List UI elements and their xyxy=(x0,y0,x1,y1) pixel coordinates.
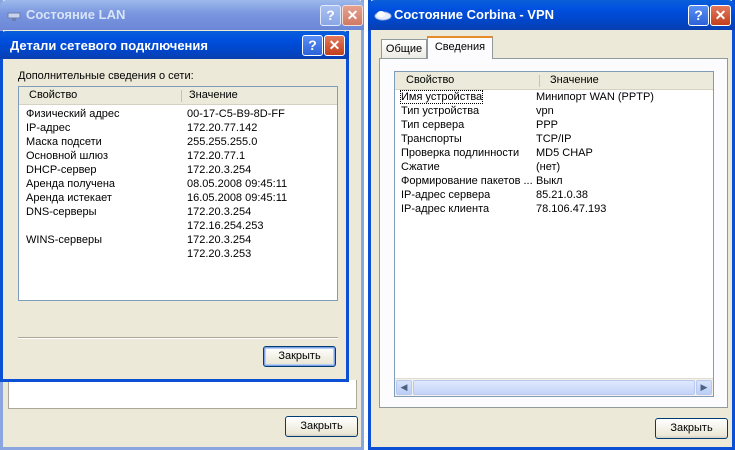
property-value: TCP/IP xyxy=(536,133,572,145)
property-name: Маска подсети xyxy=(26,136,102,148)
property-value: 00-17-C5-B9-8D-FF xyxy=(187,108,285,120)
list-item[interactable]: Маска подсети 255.255.255.0 xyxy=(19,136,337,150)
lan-window-title: Состояние LAN xyxy=(26,7,126,22)
divider xyxy=(18,337,338,339)
scroll-right-icon[interactable]: ▶ xyxy=(696,380,712,395)
list-item[interactable]: DNS-серверы 172.20.3.254 xyxy=(19,206,337,220)
property-value: 78.106.47.193 xyxy=(536,203,607,215)
network-icon xyxy=(6,9,22,21)
scroll-left-icon[interactable]: ◀ xyxy=(396,380,412,395)
list-item[interactable]: 172.20.3.253 xyxy=(19,248,337,262)
horizontal-scrollbar[interactable]: ◀ ▶ xyxy=(395,378,713,396)
property-name: Тип сервера xyxy=(401,119,465,131)
lan-window-body-panel xyxy=(8,380,357,409)
help-icon[interactable]: ? xyxy=(302,35,323,56)
property-value: 172.20.77.1 xyxy=(187,150,246,162)
property-value: MD5 CHAP xyxy=(536,147,593,159)
details-list[interactable]: Свойство Значение Физический адрес 00-17-… xyxy=(18,86,338,301)
list-item[interactable]: Основной шлюз 172.20.77.1 xyxy=(19,150,337,164)
close-icon[interactable]: ✕ xyxy=(342,5,363,26)
property-value: 172.20.3.253 xyxy=(187,248,252,260)
list-item[interactable]: WINS-серверы 172.20.3.254 xyxy=(19,234,337,248)
help-icon[interactable]: ? xyxy=(688,5,709,26)
list-item[interactable]: IP-адрес клиента 78.106.47.193 xyxy=(395,203,713,217)
close-icon[interactable]: ✕ xyxy=(324,35,345,56)
column-separator[interactable] xyxy=(539,75,540,87)
property-name: Сжатие xyxy=(401,161,440,173)
list-item[interactable]: IP-адрес сервера 85.21.0.38 xyxy=(395,189,713,203)
list-item[interactable]: Аренда истекает 16.05.2008 09:45:11 xyxy=(19,192,337,206)
property-name: WINS-серверы xyxy=(26,234,102,246)
property-value: 172.20.3.254 xyxy=(187,234,252,246)
column-separator[interactable] xyxy=(181,90,182,102)
property-value: 08.05.2008 09:45:11 xyxy=(187,178,288,190)
property-name: Проверка подлинности xyxy=(401,147,520,159)
property-value: 172.16.254.253 xyxy=(187,220,264,232)
property-name: IP-адрес клиента xyxy=(401,203,490,215)
property-value: vpn xyxy=(536,105,554,117)
list-item[interactable]: IP-адрес 172.20.77.142 xyxy=(19,122,337,136)
property-value: 172.20.3.254 xyxy=(187,164,252,176)
vpn-window-titlebar[interactable]: Состояние Corbina - VPN ? ✕ xyxy=(368,0,735,30)
property-name: Аренда получена xyxy=(26,178,116,190)
property-name: Транспорты xyxy=(401,133,462,145)
vpn-window-title: Состояние Corbina - VPN xyxy=(394,7,555,22)
property-name: Формирование пакетов ... xyxy=(401,175,533,187)
list-item[interactable]: Физический адрес 00-17-C5-B9-8D-FF xyxy=(19,108,337,122)
vpn-close-button[interactable]: Закрыть xyxy=(655,418,728,439)
vpn-details-list[interactable]: Свойство Значение Имя устройства Минипорт… xyxy=(394,71,714,397)
help-icon[interactable]: ? xyxy=(320,5,341,26)
column-header-value[interactable]: Значение xyxy=(550,74,599,86)
list-item[interactable]: Тип устройства vpn xyxy=(395,105,713,119)
list-item[interactable]: Сжатие (нет) xyxy=(395,161,713,175)
list-item[interactable]: Транспорты TCP/IP xyxy=(395,133,713,147)
lan-window-titlebar[interactable]: Состояние LAN ? ✕ xyxy=(0,0,364,30)
details-dialog-titlebar[interactable]: Детали сетевого подключения ? ✕ xyxy=(0,31,349,59)
column-header-property[interactable]: Свойство xyxy=(29,89,77,101)
column-header-property[interactable]: Свойство xyxy=(406,74,454,86)
property-name: Тип устройства xyxy=(401,105,480,117)
vpn-connection-icon xyxy=(374,9,392,21)
property-value: 16.05.2008 09:45:11 xyxy=(187,192,288,204)
property-value: 85.21.0.38 xyxy=(536,189,588,201)
property-value: (нет) xyxy=(536,161,561,173)
list-item[interactable]: Тип сервера PPP xyxy=(395,119,713,133)
details-list-header: Свойство Значение xyxy=(19,87,337,105)
property-value: 172.20.3.254 xyxy=(187,206,252,218)
list-item[interactable]: Проверка подлинности MD5 CHAP xyxy=(395,147,713,161)
property-name: IP-адрес сервера xyxy=(401,189,491,201)
property-name: Основной шлюз xyxy=(26,150,109,162)
property-name: Имя устройства xyxy=(399,90,484,104)
close-icon[interactable]: ✕ xyxy=(710,5,731,26)
list-item[interactable]: 172.16.254.253 xyxy=(19,220,337,234)
connection-details-dialog: Детали сетевого подключения ? ✕ Дополнит… xyxy=(0,31,349,382)
details-dialog-title: Детали сетевого подключения xyxy=(10,38,208,53)
details-close-button[interactable]: Закрыть xyxy=(263,346,336,367)
property-value: Выкл xyxy=(536,175,563,187)
list-item[interactable]: Аренда получена 08.05.2008 09:45:11 xyxy=(19,178,337,192)
column-header-value[interactable]: Значение xyxy=(189,89,238,101)
tab-general[interactable]: Общие xyxy=(381,39,427,58)
vpn-list-header: Свойство Значение xyxy=(395,72,713,90)
vpn-status-window: Состояние Corbina - VPN ? ✕ Общие Сведен… xyxy=(368,0,735,450)
property-value: PPP xyxy=(536,119,559,131)
property-value: 255.255.255.0 xyxy=(187,136,258,148)
list-item[interactable]: Имя устройства Минипорт WAN (PPTP) xyxy=(395,90,713,105)
property-name: DNS-серверы xyxy=(26,206,97,218)
property-name: IP-адрес xyxy=(26,122,71,134)
property-name: DHCP-сервер xyxy=(26,164,97,176)
list-item[interactable]: DHCP-сервер 172.20.3.254 xyxy=(19,164,337,178)
property-name: Физический адрес xyxy=(26,108,120,120)
list-item[interactable]: Формирование пакетов ... Выкл xyxy=(395,175,713,189)
property-value: 172.20.77.142 xyxy=(187,122,258,134)
property-name: Аренда истекает xyxy=(26,192,112,204)
scroll-thumb[interactable] xyxy=(413,380,695,395)
property-value: Минипорт WAN (PPTP) xyxy=(536,91,654,103)
tab-details[interactable]: Сведения xyxy=(427,36,493,59)
lan-close-button[interactable]: Закрыть xyxy=(285,416,358,437)
details-subtitle: Дополнительные сведения о сети: xyxy=(18,70,194,82)
